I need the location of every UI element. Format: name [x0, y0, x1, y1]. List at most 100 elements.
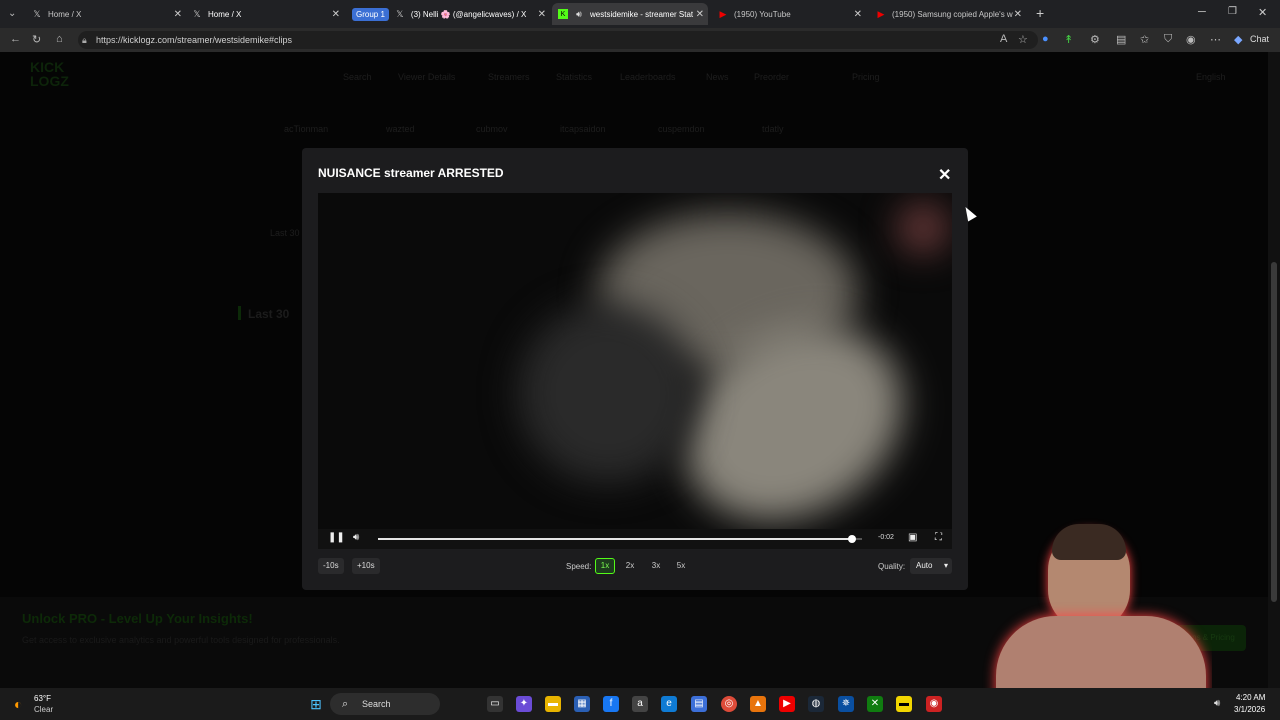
close-tab-icon[interactable]: ✕ [696, 9, 704, 20]
amazon-icon[interactable]: a [632, 696, 648, 712]
store-icon[interactable]: ▦ [574, 696, 590, 712]
task-view-icon[interactable]: ▭ [487, 696, 503, 712]
weather-icon[interactable]: ◐ [14, 696, 22, 712]
lock-icon: 🔒︎ [82, 35, 87, 45]
speed-1x-button[interactable]: 1x [595, 558, 615, 574]
extension-icon[interactable]: ↟ [1064, 33, 1073, 46]
search-icon: ⌕ [342, 698, 349, 710]
url-text: https://kicklogz.com/streamer/westsidemi… [96, 35, 293, 45]
clock-time[interactable]: 4:20 AM [1236, 693, 1265, 702]
address-bar[interactable]: 🔒︎ https://kicklogz.com/streamer/westsid… [78, 31, 1038, 49]
chrome-icon[interactable]: ◎ [721, 696, 737, 712]
speed-3x-button[interactable]: 3x [646, 558, 666, 574]
chat-label[interactable]: Chat [1250, 34, 1269, 44]
close-tab-icon[interactable]: ✕ [174, 9, 182, 20]
extensions-icon[interactable]: ⚙ [1090, 33, 1100, 46]
tab-list-chevron-icon[interactable]: ⌄ [8, 8, 16, 19]
more-menu-icon[interactable]: ⋯ [1210, 33, 1221, 46]
nav-leaderboards: Leaderboards [620, 72, 676, 82]
close-tab-icon[interactable]: ✕ [538, 9, 546, 20]
copilot-icon[interactable]: ✦ [516, 696, 532, 712]
browser-tab-bar: ⌄ 𝕏 Home / X ✕ 𝕏 Home / X ✕ Group 1 𝕏 (3… [0, 0, 1280, 28]
xbox-icon[interactable]: ✕ [867, 696, 883, 712]
clock-date[interactable]: 3/1/2026 [1234, 705, 1265, 714]
calculator-icon[interactable]: ▤ [691, 696, 707, 712]
user-label: wazted [386, 124, 415, 134]
pause-icon[interactable]: ❚❚ [328, 532, 345, 543]
quality-select[interactable]: Auto ▾ [910, 558, 952, 574]
window-close-icon[interactable]: ✕ [1258, 6, 1267, 19]
tab-nelli[interactable]: Group 1 𝕏 (3) Nelli 🌸 (@angelicwaves) / … [346, 3, 550, 25]
promo-subtitle: Get access to exclusive analytics and po… [22, 635, 340, 645]
weather-condition[interactable]: Clear [34, 705, 53, 714]
page-scrollbar[interactable] [1268, 52, 1280, 688]
video-player[interactable] [318, 193, 952, 529]
youtube-icon[interactable]: ▶ [779, 696, 795, 712]
tab-youtube-2[interactable]: ▶ (1950) Samsung copied Apple's w ✕ [870, 3, 1026, 25]
speaker-icon[interactable]: 🔊︎ [574, 9, 584, 19]
app-icon[interactable]: ✵ [838, 696, 854, 712]
nav-preorder: Preorder [754, 72, 790, 82]
read-aloud-icon[interactable]: A [1000, 33, 1007, 45]
minimize-icon[interactable]: ─ [1198, 6, 1206, 18]
home-icon[interactable]: ⌂ [56, 33, 63, 45]
address-toolbar: ← ↻ ⌂ 🔒︎ https://kicklogz.com/streamer/w… [0, 28, 1280, 52]
sticky-notes-icon[interactable]: ▬ [896, 696, 912, 712]
scrollbar-thumb[interactable] [1271, 262, 1277, 602]
obs-icon[interactable]: ◉ [926, 696, 942, 712]
progress-knob[interactable] [848, 535, 857, 543]
speed-2x-button[interactable]: 2x [620, 558, 640, 574]
close-tab-icon[interactable]: ✕ [332, 9, 340, 20]
new-tab-icon[interactable]: + [1036, 5, 1044, 21]
favorite-star-icon[interactable]: ☆ [1018, 33, 1028, 46]
temperature[interactable]: 63°F [34, 694, 51, 703]
tab-group-chip[interactable]: Group 1 [352, 7, 389, 21]
tab-home-x-2[interactable]: 𝕏 Home / X ✕ [186, 3, 344, 25]
section-label: Last 30 [270, 228, 300, 238]
kick-icon: K [558, 9, 568, 19]
clip-modal: NUISANCE streamer ARRESTED ✕ ❚❚ 🔊︎ -0:02… [302, 148, 968, 590]
taskbar: ◐ 63°F Clear ⊞ ⌕ Search ▭ ✦ ▬ ▦ f a e ▤ … [0, 688, 1280, 720]
taskbar-search[interactable]: ⌕ Search [330, 693, 440, 715]
back-icon[interactable]: ← [10, 33, 21, 45]
quality-value: Auto [916, 561, 933, 570]
volume-icon[interactable]: 🔊︎ [353, 532, 359, 543]
windows-start-icon[interactable]: ⊞ [308, 696, 324, 712]
profile-avatar-icon[interactable]: ◉ [1186, 33, 1196, 46]
split-screen-icon[interactable]: ▤ [1116, 33, 1126, 46]
promo-title: Unlock PRO - Level Up Your Insights! [22, 611, 253, 626]
copilot-icon[interactable]: ◆ [1234, 33, 1242, 46]
nav-search: Search [343, 72, 372, 82]
close-modal-button[interactable]: ✕ [938, 165, 951, 185]
file-explorer-icon[interactable]: ▬ [545, 696, 561, 712]
picture-in-picture-icon[interactable]: ▣ [908, 532, 917, 543]
vlc-icon[interactable]: ▲ [750, 696, 766, 712]
user-label: itcapsaidon [560, 124, 606, 134]
skip-back-button[interactable]: -10s [318, 558, 344, 574]
tab-youtube-1[interactable]: ▶ (1950) YouTube ✕ [712, 3, 866, 25]
search-label: Search [362, 699, 391, 709]
volume-icon[interactable]: 🔊︎ [1214, 698, 1220, 709]
steam-icon[interactable]: ◍ [808, 696, 824, 712]
nav-streamers: Streamers [488, 72, 530, 82]
progress-bar[interactable] [378, 535, 862, 543]
shield-icon[interactable]: ⛉ [1164, 33, 1172, 46]
nav-pricing: Pricing [852, 72, 880, 82]
edge-icon[interactable]: e [661, 696, 677, 712]
reload-icon[interactable]: ↻ [32, 33, 41, 46]
fullscreen-icon[interactable]: ⛶ [935, 532, 942, 543]
restore-icon[interactable]: ❐ [1228, 6, 1237, 17]
close-tab-icon[interactable]: ✕ [1014, 9, 1022, 20]
skip-forward-button[interactable]: +10s [352, 558, 380, 574]
favorites-icon[interactable]: ✩ [1140, 33, 1149, 46]
speed-5x-button[interactable]: 5x [671, 558, 691, 574]
extension-icon[interactable]: ● [1042, 33, 1049, 45]
close-tab-icon[interactable]: ✕ [854, 9, 862, 20]
x-logo-icon: 𝕏 [33, 8, 41, 19]
youtube-icon: ▶ [877, 8, 885, 19]
tab-westsidemike[interactable]: K 🔊︎ westsidemike - streamer Stat ✕ [552, 3, 708, 25]
section-accent-bar [238, 306, 241, 320]
nav-viewer-details: Viewer Details [398, 72, 456, 82]
facebook-icon[interactable]: f [603, 696, 619, 712]
tab-home-x-1[interactable]: 𝕏 Home / X ✕ [26, 3, 186, 25]
